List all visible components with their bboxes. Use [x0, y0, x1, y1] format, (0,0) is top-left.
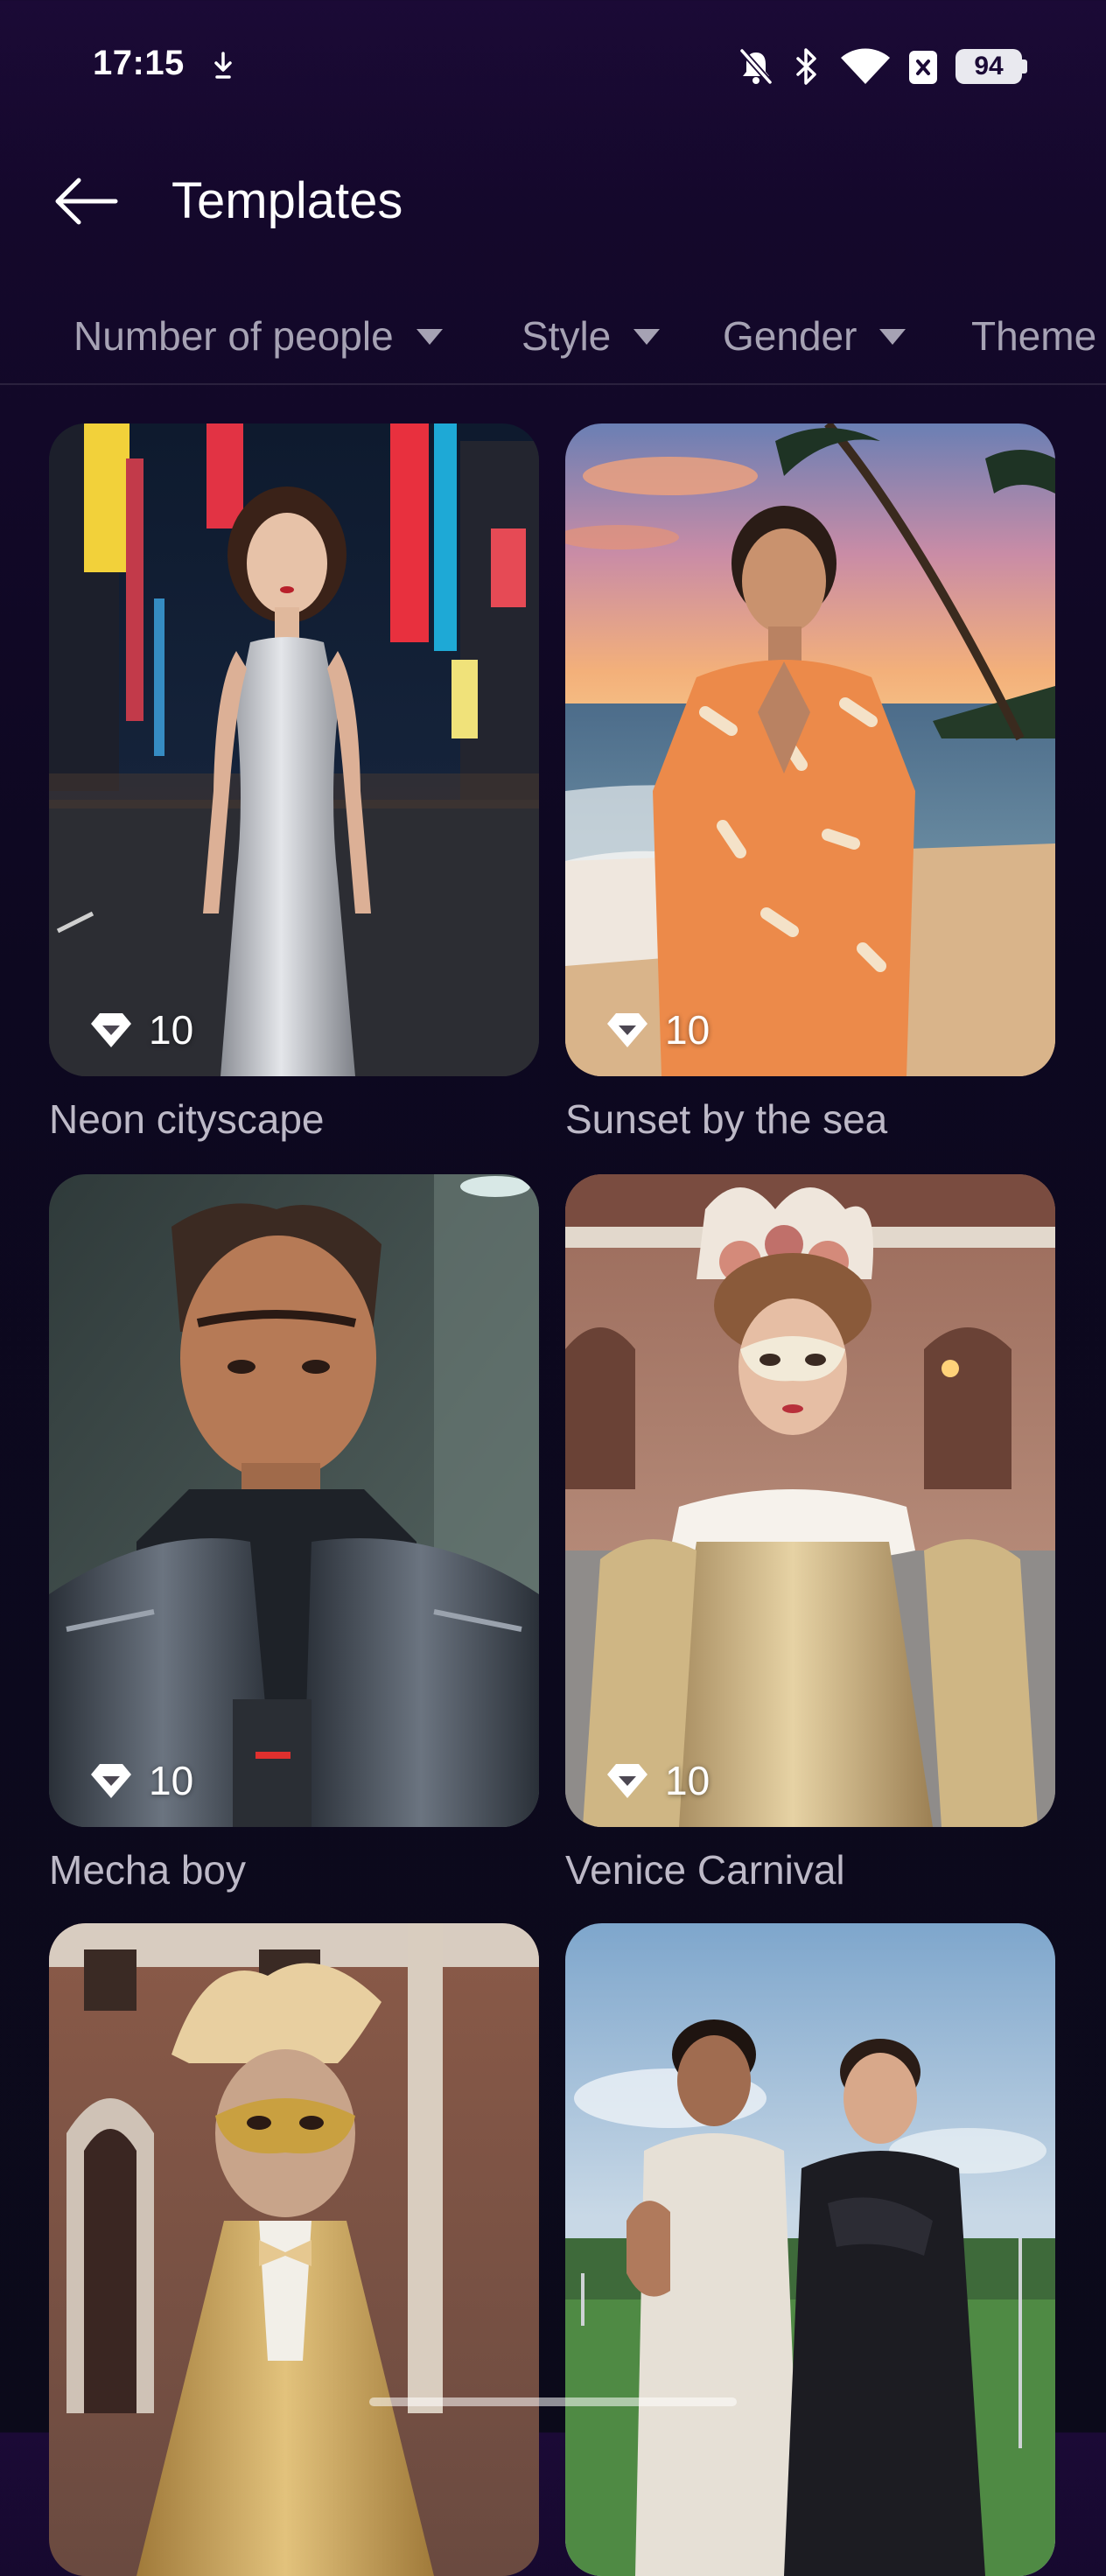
template-thumbnail[interactable]: 10	[565, 1174, 1055, 1827]
diamond-icon	[607, 1764, 648, 1798]
template-card[interactable]	[49, 1923, 539, 2576]
template-thumbnail[interactable]	[49, 1923, 539, 2576]
sim-off-icon	[906, 49, 940, 86]
template-card[interactable]: 10 Mecha boy	[49, 1174, 539, 1894]
dropdown-caret-icon	[416, 329, 443, 345]
credit-count: 10	[149, 1758, 194, 1803]
template-thumbnail[interactable]: 10	[565, 424, 1055, 1076]
sunset-beach-image	[565, 424, 1055, 1076]
mecha-boy-image	[49, 1174, 539, 1827]
back-arrow-icon	[55, 178, 118, 225]
template-thumbnail[interactable]: 10	[49, 424, 539, 1076]
template-title: Sunset by the sea	[565, 1096, 888, 1142]
template-thumbnail[interactable]: 10	[49, 1174, 539, 1827]
credit-badge: 10	[89, 1757, 193, 1804]
credit-badge: 10	[89, 1006, 193, 1054]
diamond-icon	[607, 1013, 648, 1047]
credit-count: 10	[665, 1007, 710, 1053]
template-card[interactable]: 10 Neon cityscape	[49, 424, 539, 1143]
dropdown-caret-icon	[634, 329, 661, 345]
credit-count: 10	[665, 1758, 710, 1803]
home-indicator[interactable]	[369, 2398, 737, 2406]
template-card[interactable]: 10 Venice Carnival	[565, 1174, 1055, 1894]
wifi-icon	[838, 46, 892, 88]
filter-label: Style	[522, 313, 612, 359]
filter-theme[interactable]: Theme	[971, 308, 1096, 364]
filter-label: Theme	[971, 313, 1097, 359]
template-card[interactable]: 10 Sunset by the sea	[565, 424, 1055, 1143]
template-title: Mecha boy	[49, 1847, 247, 1893]
two-friends-image	[565, 1923, 1055, 2576]
gold-mask-man-image	[49, 1923, 539, 2576]
filter-number-of-people[interactable]: Number of people	[74, 308, 443, 364]
credit-badge: 10	[606, 1006, 710, 1054]
template-title: Neon cityscape	[49, 1096, 325, 1142]
template-thumbnail[interactable]	[565, 1923, 1055, 2576]
battery-icon: 94	[956, 49, 1022, 84]
page-title: Templates	[172, 172, 403, 229]
venice-carnival-image	[565, 1174, 1055, 1827]
diamond-icon	[91, 1764, 131, 1798]
filter-style[interactable]: Style	[522, 308, 661, 364]
diamond-icon	[91, 1013, 131, 1047]
bluetooth-icon	[791, 46, 822, 88]
battery-nub	[1022, 60, 1027, 74]
filter-divider	[0, 383, 1106, 385]
credit-count: 10	[149, 1007, 194, 1053]
download-indicator-icon	[208, 51, 238, 82]
mute-icon	[737, 46, 775, 88]
back-button[interactable]	[47, 163, 124, 240]
template-title: Venice Carnival	[565, 1847, 845, 1893]
filter-label: Gender	[723, 313, 858, 359]
status-bar: 17:15 94	[0, 0, 1106, 131]
neon-city-image	[49, 424, 539, 1076]
dropdown-caret-icon	[879, 329, 906, 345]
filter-bar: Number of people Style Gender Theme	[0, 294, 1106, 382]
credit-badge: 10	[606, 1757, 710, 1804]
filter-gender[interactable]: Gender	[723, 308, 906, 364]
template-card[interactable]	[565, 1923, 1055, 2576]
filter-label: Number of people	[74, 313, 394, 359]
status-time: 17:15	[93, 44, 185, 82]
